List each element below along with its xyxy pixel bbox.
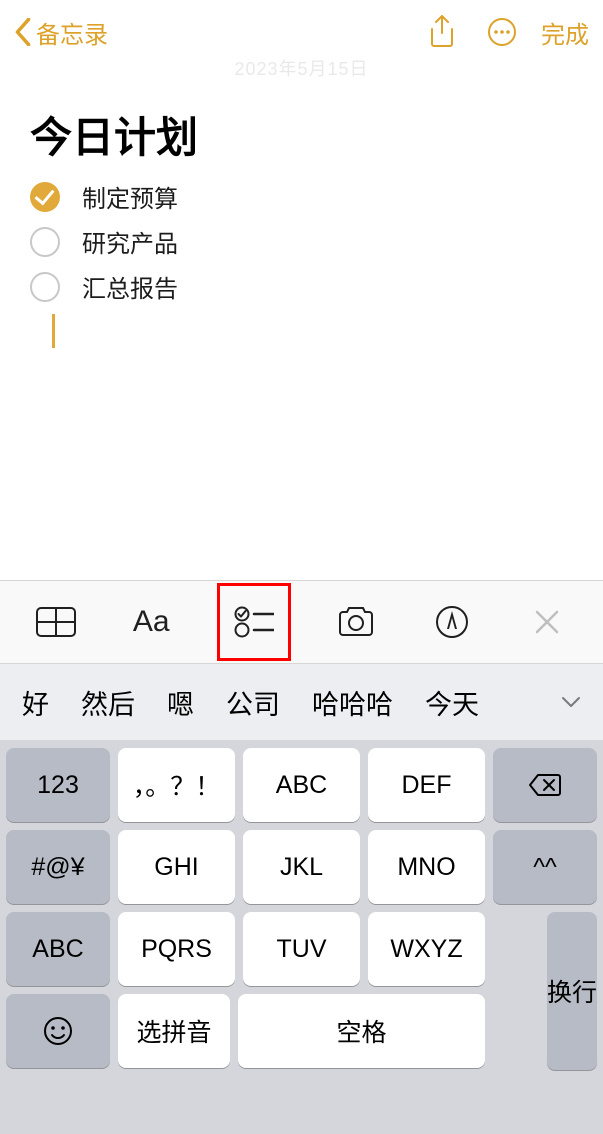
- checkbox-empty-icon[interactable]: [30, 227, 60, 257]
- key-backspace[interactable]: [493, 748, 597, 822]
- backspace-icon: [528, 773, 562, 797]
- key-punct[interactable]: ，。？！: [118, 748, 235, 822]
- ellipsis-circle-icon: [487, 17, 517, 47]
- more-button[interactable]: [483, 13, 521, 51]
- key-space[interactable]: 空格: [238, 994, 485, 1068]
- checkbox-empty-icon[interactable]: [30, 272, 60, 302]
- key-return[interactable]: 换行: [547, 912, 597, 1070]
- checklist-item[interactable]: 汇总报告: [30, 269, 573, 304]
- close-icon: [534, 609, 560, 635]
- share-button[interactable]: [423, 13, 461, 51]
- key-wxyz[interactable]: WXYZ: [368, 912, 485, 986]
- candidate-word[interactable]: 嗯: [151, 683, 210, 722]
- key-tuv[interactable]: TUV: [243, 912, 360, 986]
- key-emoji[interactable]: [6, 994, 110, 1068]
- key-mno[interactable]: MNO: [368, 830, 485, 904]
- checklist-item[interactable]: 研究产品: [30, 224, 573, 259]
- text-cursor: [52, 314, 55, 348]
- chevron-left-icon: [14, 18, 32, 46]
- back-label: 备忘录: [36, 15, 108, 50]
- keyboard: 好 然后 嗯 公司 哈哈哈 今天 123 ，。？！ ABC DEF #@¥ GH…: [0, 664, 603, 1134]
- key-ghi[interactable]: GHI: [118, 830, 235, 904]
- key-abc[interactable]: ABC: [243, 748, 360, 822]
- camera-button[interactable]: [326, 592, 386, 652]
- back-button[interactable]: 备忘录: [14, 15, 108, 50]
- candidate-word[interactable]: 哈哈哈: [296, 683, 409, 722]
- close-toolbar-button[interactable]: [517, 592, 577, 652]
- note-title[interactable]: 今日计划: [30, 104, 573, 165]
- table-button[interactable]: [26, 592, 86, 652]
- key-def[interactable]: DEF: [368, 748, 485, 822]
- chevron-down-icon: [561, 696, 581, 708]
- key-emoticon[interactable]: ^^: [493, 830, 597, 904]
- share-icon: [428, 15, 456, 49]
- key-select-pinyin[interactable]: 选拼音: [118, 994, 230, 1068]
- candidate-bar: 好 然后 嗯 公司 哈哈哈 今天: [0, 664, 603, 740]
- checklist-item[interactable]: 制定预算: [30, 179, 573, 214]
- smile-icon: [43, 1016, 73, 1046]
- markup-button[interactable]: [422, 592, 482, 652]
- candidate-word[interactable]: 然后: [65, 683, 151, 722]
- camera-icon: [336, 606, 376, 638]
- checkbox-checked-icon[interactable]: [30, 182, 60, 212]
- candidate-word[interactable]: 好: [6, 683, 65, 722]
- key-symbols[interactable]: #@¥: [6, 830, 110, 904]
- table-icon: [36, 607, 76, 637]
- checklist-icon: [234, 606, 274, 638]
- key-numbers[interactable]: 123: [6, 748, 110, 822]
- done-button[interactable]: 完成: [541, 15, 589, 50]
- expand-candidates-button[interactable]: [545, 664, 597, 740]
- key-pqrs[interactable]: PQRS: [118, 912, 235, 986]
- checklist-item-text[interactable]: 研究产品: [82, 224, 178, 259]
- key-jkl[interactable]: JKL: [243, 830, 360, 904]
- pen-circle-icon: [435, 605, 469, 639]
- key-alpha[interactable]: ABC: [6, 912, 110, 986]
- format-toolbar: Aa: [0, 580, 603, 664]
- note-body[interactable]: 今日计划 制定预算 研究产品 汇总报告: [0, 64, 603, 348]
- text-style-button[interactable]: Aa: [121, 592, 181, 652]
- checklist-button[interactable]: [224, 592, 284, 652]
- candidate-word[interactable]: 公司: [210, 683, 296, 722]
- checklist-item-text[interactable]: 制定预算: [82, 179, 178, 214]
- note-timestamp: 2023年5月15日: [0, 55, 603, 81]
- highlight-box: [217, 583, 291, 661]
- checklist-item-text[interactable]: 汇总报告: [82, 269, 178, 304]
- candidate-word[interactable]: 今天: [409, 683, 495, 722]
